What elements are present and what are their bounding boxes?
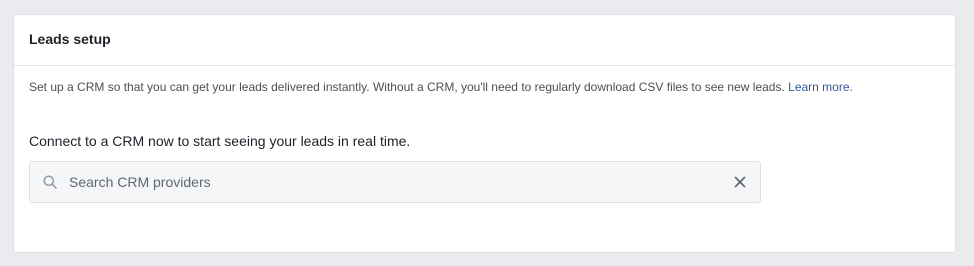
- search-crm-box[interactable]: [29, 161, 761, 203]
- close-icon[interactable]: [733, 175, 747, 189]
- search-icon: [43, 175, 57, 189]
- description-text: Set up a CRM so that you can get your le…: [29, 80, 785, 94]
- search-crm-input[interactable]: [69, 162, 733, 202]
- card-title: Leads setup: [29, 31, 111, 47]
- learn-more-link[interactable]: Learn more.: [788, 80, 853, 94]
- connect-crm-text: Connect to a CRM now to start seeing you…: [29, 133, 411, 149]
- leads-setup-card: Leads setup Set up a CRM so that you can…: [13, 14, 956, 253]
- card-body: Set up a CRM so that you can get your le…: [14, 66, 955, 203]
- card-header: Leads setup: [14, 15, 955, 66]
- leads-description: Set up a CRM so that you can get your le…: [29, 79, 944, 96]
